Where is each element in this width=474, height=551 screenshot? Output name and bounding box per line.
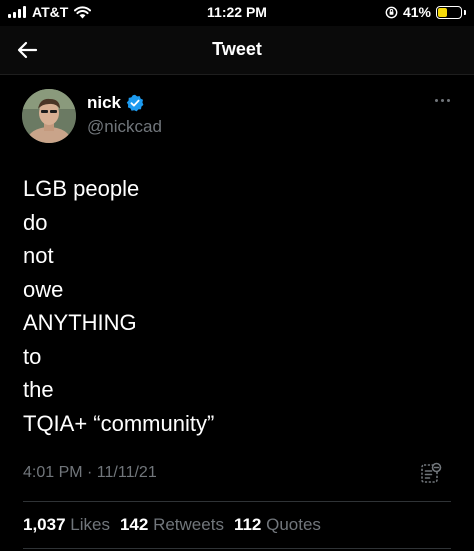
engagement-stats: 1,037 Likes 142 Retweets 112 Quotes [23, 515, 321, 535]
battery-percent: 41% [402, 4, 431, 20]
status-right: 41% [385, 4, 466, 20]
tweet-text: LGB people do not owe ANYTHING to the TQ… [23, 172, 214, 440]
likes-stat[interactable]: 1,037 Likes [23, 515, 110, 535]
verified-badge-icon [126, 94, 144, 112]
divider [23, 548, 451, 549]
tweet-text-line: owe [23, 276, 64, 302]
tweet-text-line: to [23, 343, 42, 369]
analytics-icon[interactable] [420, 462, 442, 484]
screen: AT&T 11:22 PM 41% Tweet nick @nickcad LG… [0, 0, 474, 551]
orientation-lock-icon [385, 6, 398, 18]
author-name-row[interactable]: nick [87, 93, 144, 113]
divider [23, 501, 451, 502]
author-handle[interactable]: @nickcad [87, 117, 162, 137]
likes-count: 1,037 [23, 515, 66, 534]
tweet-text-line: TQIA+ “community” [23, 410, 215, 436]
tweet-text-line: ANYTHING [23, 310, 137, 335]
author-name: nick [87, 93, 122, 112]
nav-header: Tweet [0, 26, 474, 75]
quotes-count: 112 [233, 515, 262, 534]
more-options-icon[interactable] [435, 99, 450, 102]
battery-icon [436, 5, 462, 19]
retweets-count: 142 [119, 515, 149, 534]
quotes-label: Quotes [266, 515, 321, 534]
tweet-timestamp[interactable]: 4:01 PM · 11/11/21 [23, 464, 157, 482]
likes-label: Likes [70, 515, 110, 534]
tweet-text-line: do [23, 209, 48, 235]
page-title: Tweet [212, 39, 262, 59]
tweet: nick @nickcad LGB people do not owe ANYT… [0, 75, 474, 551]
avatar-image [22, 89, 76, 143]
tweet-text-line: the [23, 377, 54, 402]
battery-cap [464, 9, 466, 15]
retweets-stat[interactable]: 142 Retweets [120, 515, 224, 535]
quotes-stat[interactable]: 112 Quotes [234, 515, 321, 535]
retweets-label: Retweets [153, 515, 224, 534]
tweet-text-line: not [23, 243, 54, 268]
tweet-text-line: LGB people [23, 176, 140, 201]
battery-level [438, 7, 448, 17]
avatar[interactable] [22, 89, 76, 143]
status-bar: AT&T 11:22 PM 41% [0, 0, 474, 26]
